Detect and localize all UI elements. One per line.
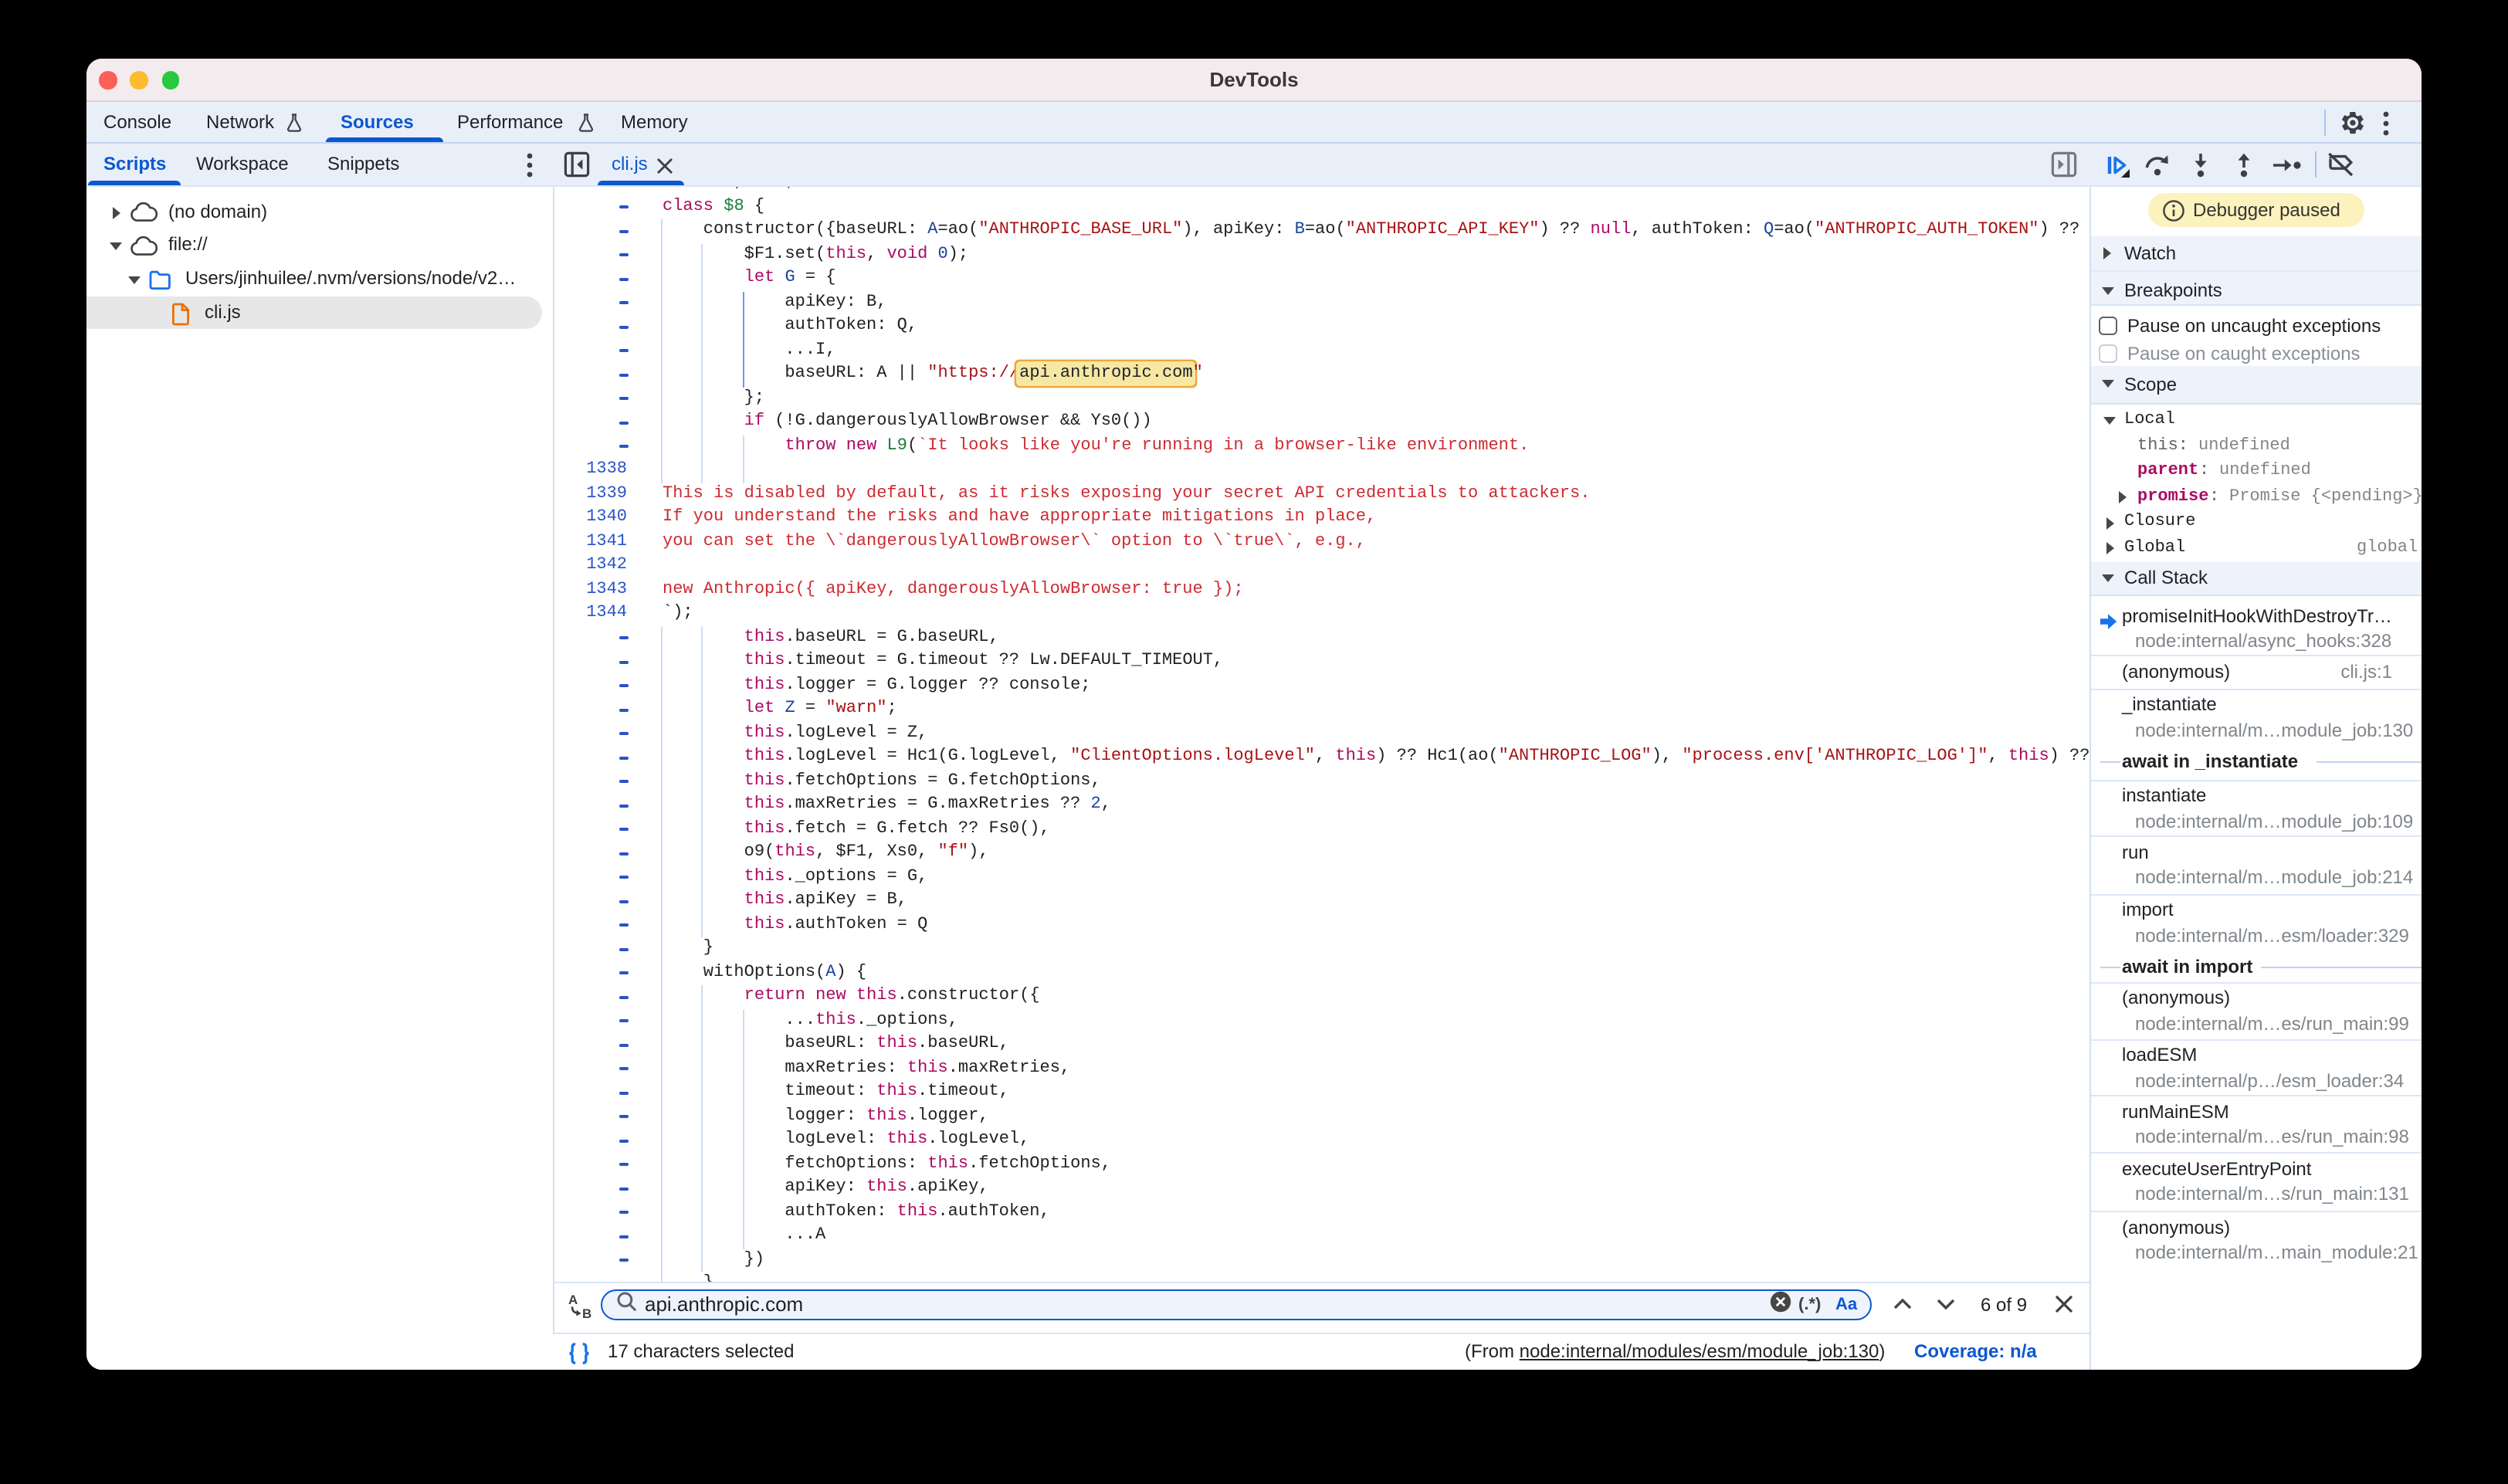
svg-text:B: B <box>581 1306 591 1320</box>
svg-text:A: A <box>568 1292 577 1306</box>
